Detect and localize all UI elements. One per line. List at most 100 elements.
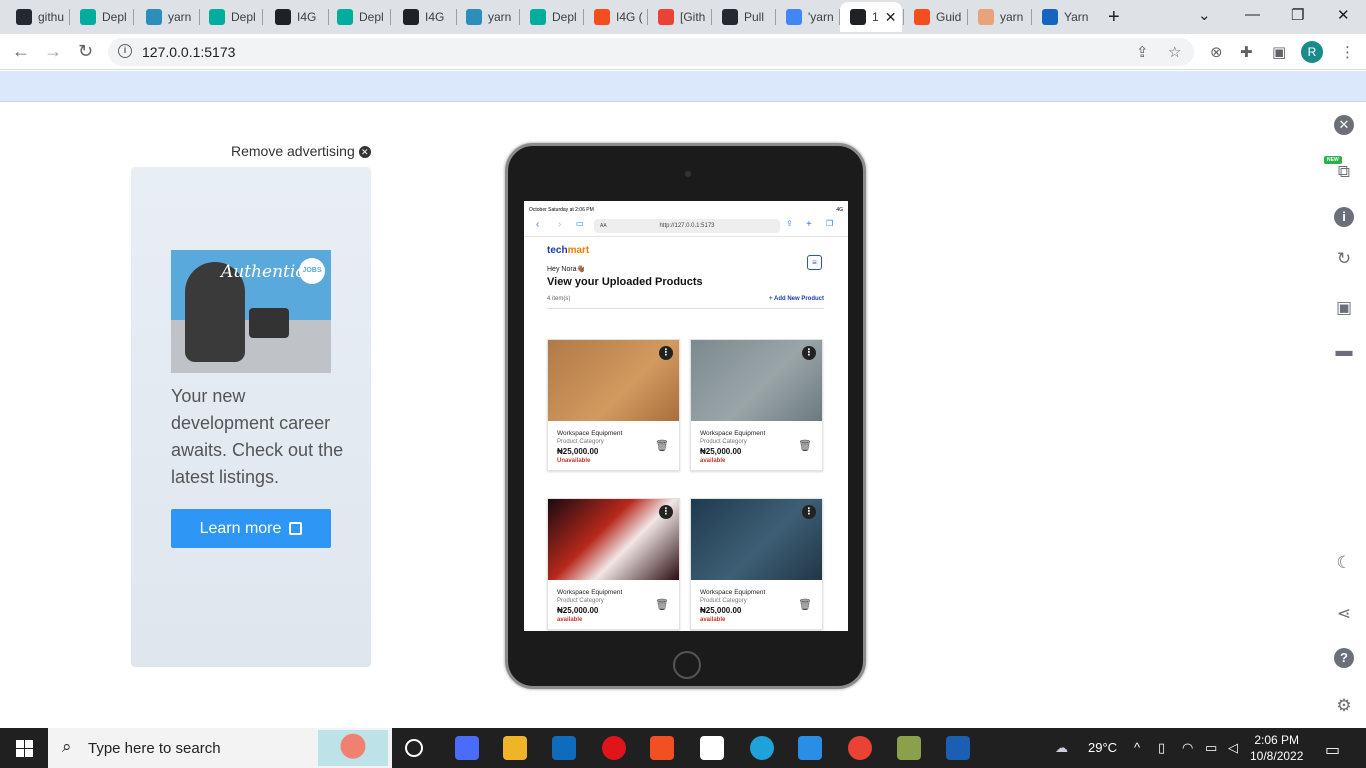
info-icon[interactable]: i: [1334, 207, 1354, 227]
edge-icon[interactable]: [750, 736, 774, 760]
teams-meet-icon[interactable]: [455, 736, 479, 760]
close-icon[interactable]: ✕: [1334, 115, 1354, 135]
more-options-icon[interactable]: ⋮: [802, 346, 816, 360]
camera-icon[interactable]: ▣: [1334, 298, 1354, 318]
close-tab-icon[interactable]: ✕: [885, 9, 897, 26]
weather-temp[interactable]: 29°C: [1088, 740, 1117, 755]
notifications-icon[interactable]: ▭: [1325, 740, 1340, 760]
reload-button[interactable]: ↻: [78, 41, 93, 62]
browser-tab[interactable]: yarn: [136, 2, 198, 32]
browser-menu-icon[interactable]: ⋮: [1340, 43, 1355, 61]
safari-forward-icon[interactable]: ›: [558, 219, 561, 230]
learn-more-button[interactable]: Learn more: [171, 509, 331, 548]
product-card[interactable]: ⋮ Workspace Equipment Product Category ₦25,…: [690, 498, 823, 630]
browser-tab[interactable]: yarn: [968, 2, 1030, 32]
tab-label: Depl: [359, 10, 384, 24]
tab-search-icon[interactable]: ⌄: [1198, 6, 1211, 24]
maximize-button[interactable]: ❐: [1291, 6, 1304, 24]
browser-tab[interactable]: Depl: [199, 2, 261, 32]
mail-icon[interactable]: [552, 736, 576, 760]
windows-start-icon[interactable]: [16, 740, 33, 757]
tab-favicon-icon: [850, 9, 866, 25]
more-options-icon[interactable]: ⋮: [802, 505, 816, 519]
tab-favicon-icon: [209, 9, 225, 25]
more-options-icon[interactable]: ⋮: [659, 346, 673, 360]
safari-book-icon[interactable]: ▭: [576, 219, 584, 228]
browser-tab[interactable]: Guid: [904, 2, 966, 32]
ad-image[interactable]: Authentic JOBS: [171, 250, 331, 373]
forward-button[interactable]: →: [44, 41, 62, 62]
chrome-icon[interactable]: [848, 736, 872, 760]
tray-chevron-icon[interactable]: ^: [1134, 740, 1140, 755]
browser-tab[interactable]: I4G: [393, 2, 455, 32]
video-icon[interactable]: ▬: [1334, 341, 1354, 361]
hamburger-menu-icon[interactable]: ≡: [807, 255, 822, 270]
safari-share-icon[interactable]: ⇪: [786, 219, 793, 228]
side-panel-icon[interactable]: ▣: [1272, 43, 1286, 61]
back-button[interactable]: ←: [12, 41, 30, 62]
task-view-icon[interactable]: [405, 739, 423, 757]
techmart-logo[interactable]: techmart: [547, 245, 824, 256]
minimize-button[interactable]: —: [1245, 6, 1260, 23]
safari-address[interactable]: AA http://127.0.0.1:5173: [594, 219, 780, 233]
more-options-icon[interactable]: ⋮: [659, 505, 673, 519]
help-icon[interactable]: ?: [1334, 648, 1354, 668]
app-icon[interactable]: [897, 736, 921, 760]
add-new-product-link[interactable]: + Add New Product: [769, 296, 824, 302]
product-card[interactable]: ⋮ Workspace Equipment Product Category ₦25,…: [547, 339, 680, 471]
tray-device-icon[interactable]: ▯: [1158, 740, 1165, 756]
vscode-icon[interactable]: [798, 736, 822, 760]
taskbar-search[interactable]: ⌕ Type here to search: [48, 728, 392, 768]
opera-icon[interactable]: [602, 736, 626, 760]
search-highlight-image: [318, 730, 388, 766]
site-info-icon[interactable]: i: [118, 44, 132, 58]
browser-tab[interactable]: I4G: [265, 2, 327, 32]
notepad-icon[interactable]: [700, 736, 724, 760]
settings-gear-icon[interactable]: ⚙: [1334, 696, 1354, 716]
dark-mode-moon-icon[interactable]: ☾: [1334, 553, 1354, 573]
delete-trash-icon[interactable]: 🗑: [798, 439, 812, 452]
remove-advertising-link[interactable]: Remove advertising ✕: [231, 143, 371, 159]
product-card[interactable]: ⋮ Workspace Equipment Product Category ₦25,…: [547, 498, 680, 630]
browser-tab[interactable]: Depl: [70, 2, 132, 32]
powershell-icon[interactable]: [946, 736, 970, 760]
file-explorer-icon[interactable]: [503, 736, 527, 760]
browser-tab[interactable]: I4G (: [584, 2, 646, 32]
address-url[interactable]: 127.0.0.1:5173: [142, 44, 235, 60]
extension-icon[interactable]: ⊗: [1210, 43, 1223, 61]
extensions-puzzle-icon[interactable]: ✚: [1240, 43, 1253, 61]
safari-back-icon[interactable]: ‹: [536, 219, 539, 230]
browser-tab[interactable]: Depl: [327, 2, 389, 32]
address-bar[interactable]: i 127.0.0.1:5173 ⇪ ☆: [108, 38, 1194, 66]
weather-cloud-icon[interactable]: ☁: [1055, 740, 1068, 756]
safari-tabs-icon[interactable]: ❐: [826, 219, 833, 228]
browser-tab[interactable]: Depl: [520, 2, 582, 32]
browser-tab[interactable]: 'yarn: [776, 2, 838, 32]
home-button[interactable]: [673, 651, 701, 679]
bookmark-star-icon[interactable]: ☆: [1168, 43, 1181, 61]
volume-icon[interactable]: ◁: [1228, 740, 1238, 756]
battery-icon[interactable]: ▭: [1205, 740, 1217, 756]
browser-tab[interactable]: [Gith: [648, 2, 710, 32]
browser-tab[interactable]: githu: [6, 2, 68, 32]
remove-advertising-label: Remove advertising: [231, 143, 355, 159]
new-tab-button[interactable]: +: [1108, 6, 1120, 29]
delete-trash-icon[interactable]: 🗑: [798, 598, 812, 611]
delete-trash-icon[interactable]: 🗑: [655, 598, 669, 611]
share-icon[interactable]: ⋖: [1334, 604, 1354, 624]
rotate-icon[interactable]: ↻: [1334, 249, 1354, 269]
profile-avatar[interactable]: R: [1301, 41, 1323, 63]
browser-tab[interactable]: yarn: [456, 2, 518, 32]
wifi-icon[interactable]: ◠: [1182, 740, 1193, 756]
safari-add-icon[interactable]: +: [806, 219, 812, 230]
delete-trash-icon[interactable]: 🗑: [655, 439, 669, 452]
browser-tab[interactable]: Pull: [712, 2, 774, 32]
store-icon[interactable]: [650, 736, 674, 760]
browser-tab[interactable]: Yarn: [1032, 2, 1094, 32]
product-card[interactable]: ⋮ Workspace Equipment Product Category ₦25,…: [690, 339, 823, 471]
taskbar-clock[interactable]: 2:06 PM 10/8/2022: [1250, 732, 1303, 764]
close-window-button[interactable]: ✕: [1337, 6, 1350, 24]
browser-tab[interactable]: 1 ✕: [840, 2, 902, 32]
share-icon[interactable]: ⇪: [1136, 43, 1149, 61]
responsive-devices-icon[interactable]: ⧉: [1334, 162, 1354, 182]
